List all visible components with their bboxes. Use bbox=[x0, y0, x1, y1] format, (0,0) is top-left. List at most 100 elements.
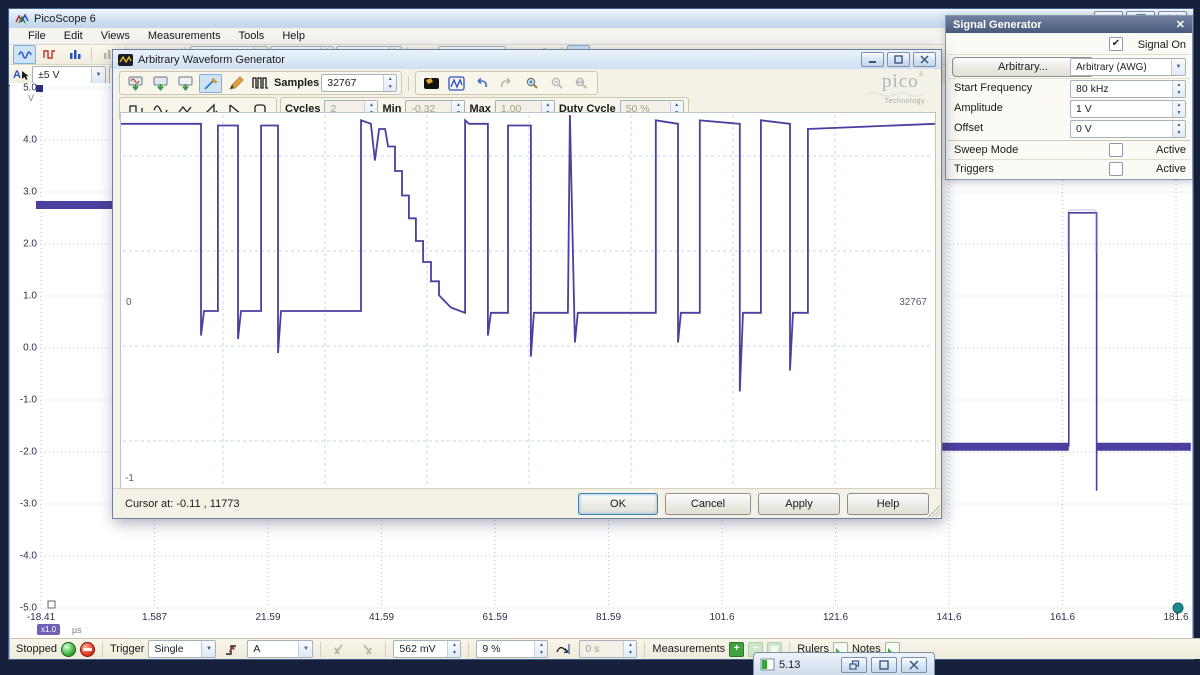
drag-cursor-icon bbox=[22, 71, 29, 80]
spinner-arrows[interactable]: ▲▼ bbox=[1172, 81, 1185, 97]
awg-waveform-editor[interactable]: 0 32767 -1 bbox=[120, 112, 936, 490]
menu-item-file[interactable]: File bbox=[19, 30, 55, 42]
smooth-waveform-button[interactable] bbox=[445, 74, 468, 93]
close-button[interactable] bbox=[901, 657, 927, 673]
persistence-view-button[interactable] bbox=[38, 45, 61, 64]
signal-generator-header[interactable]: Signal Generator ✕ bbox=[946, 16, 1192, 33]
awg-samples-end-label: 32767 bbox=[899, 297, 927, 308]
amplitude-spinner[interactable]: 1 V ▲▼ bbox=[1070, 100, 1186, 118]
awg-title: Arbitrary Waveform Generator bbox=[138, 54, 285, 66]
help-button[interactable]: Help bbox=[847, 493, 929, 515]
separator bbox=[408, 76, 409, 91]
sweep-mode-checkbox[interactable] bbox=[1109, 143, 1123, 157]
x-axis-label: 1.587 bbox=[142, 612, 167, 623]
import-from-scope-button[interactable] bbox=[149, 74, 172, 93]
menu-item-edit[interactable]: Edit bbox=[55, 30, 92, 42]
app-icon bbox=[15, 13, 29, 25]
measurements-label: Measurements bbox=[652, 643, 725, 655]
separator bbox=[385, 642, 386, 657]
ok-button[interactable]: OK bbox=[578, 493, 658, 515]
start-frequency-label: Start Frequency bbox=[954, 82, 1032, 94]
x-zoom-badge[interactable]: x1.0 bbox=[37, 624, 60, 635]
awg-dialog: Arbitrary Waveform Generator bbox=[112, 49, 942, 519]
spinner-arrows[interactable]: ▲▼ bbox=[447, 641, 460, 657]
maximize-button[interactable] bbox=[871, 657, 897, 673]
run-state-label: Stopped bbox=[16, 643, 57, 655]
trigger-source-dropdown[interactable]: A ▼ bbox=[247, 640, 313, 658]
divider bbox=[948, 78, 1190, 79]
menu-item-help[interactable]: Help bbox=[273, 30, 314, 42]
chevron-down-icon: ▼ bbox=[91, 67, 105, 83]
signal-on-label: Signal On bbox=[1138, 39, 1186, 51]
awg-title-bar[interactable]: Arbitrary Waveform Generator bbox=[113, 50, 941, 69]
offset-spinner[interactable]: 0 V ▲▼ bbox=[1070, 120, 1186, 138]
close-button[interactable] bbox=[913, 52, 936, 67]
spinner-arrows[interactable]: ▲▼ bbox=[534, 641, 547, 657]
y-axis-label: -1.0 bbox=[10, 395, 37, 406]
channel-a-label: A bbox=[13, 69, 29, 81]
picoscope-window: PicoScope 6 FileEditViewsMeasurementsToo… bbox=[8, 8, 1194, 660]
x-axis-label: 41.59 bbox=[369, 612, 394, 623]
x-axis-label: -18.41 bbox=[27, 612, 55, 623]
normalize-button[interactable] bbox=[420, 74, 443, 93]
bit-pattern-tool[interactable] bbox=[249, 74, 272, 93]
cancel-button[interactable]: Cancel bbox=[665, 493, 751, 515]
import-from-file-button[interactable] bbox=[124, 74, 147, 93]
menu-item-views[interactable]: Views bbox=[92, 30, 139, 42]
signal-on-checkbox[interactable]: ✔ bbox=[1109, 37, 1123, 51]
awg-waveform-canvas bbox=[121, 113, 935, 489]
redo-button bbox=[495, 74, 518, 93]
y-axis-label: 1.0 bbox=[10, 291, 37, 302]
spectrum-view-button[interactable] bbox=[63, 45, 86, 64]
cursor-position-status: Cursor at: -0.11 , 11773 bbox=[125, 498, 240, 510]
zoom-full-button bbox=[570, 74, 593, 93]
post-trigger-arrow-icon[interactable] bbox=[552, 640, 575, 659]
scope-view-button[interactable] bbox=[13, 45, 36, 64]
spinner-arrows[interactable]: ▲▼ bbox=[1172, 121, 1185, 137]
add-measurement-button[interactable]: + bbox=[729, 642, 744, 657]
triggers-checkbox[interactable] bbox=[1109, 162, 1123, 176]
import-from-clipboard-button[interactable] bbox=[174, 74, 197, 93]
wave-type-dropdown[interactable]: Arbitrary (AWG) ▼ bbox=[1070, 58, 1186, 76]
trigger-level-spinner[interactable]: 562 mV ▲▼ bbox=[393, 640, 461, 658]
spinner-arrows[interactable]: ▲▼ bbox=[1172, 101, 1185, 117]
maximize-button[interactable] bbox=[887, 52, 910, 67]
trigger-mode-dropdown[interactable]: Single ▼ bbox=[148, 640, 216, 658]
separator bbox=[644, 642, 645, 657]
awg-bottom-label: -1 bbox=[125, 473, 134, 484]
pre-trigger-spinner[interactable]: 9 % ▲▼ bbox=[476, 640, 548, 658]
y-axis-label: 0.0 bbox=[10, 343, 37, 354]
mini-window[interactable]: 5.13 bbox=[753, 652, 935, 675]
minimize-button[interactable] bbox=[861, 52, 884, 67]
zoom-in-button[interactable] bbox=[520, 74, 543, 93]
separator bbox=[468, 642, 469, 657]
spinner-arrows[interactable]: ▲▼ bbox=[383, 75, 396, 91]
chevron-down-icon: ▼ bbox=[298, 641, 312, 657]
resize-grip[interactable] bbox=[928, 505, 940, 517]
x-axis-label: 61.59 bbox=[482, 612, 507, 623]
start-frequency-spinner[interactable]: 80 kHz ▲▼ bbox=[1070, 80, 1186, 98]
zoom-out-button bbox=[545, 74, 568, 93]
stop-capture-button[interactable] bbox=[80, 642, 95, 657]
triggers-state: Active bbox=[1156, 163, 1186, 175]
popout-button[interactable] bbox=[841, 657, 867, 673]
x-axis-unit: µs bbox=[72, 625, 82, 635]
channel-a-range-dropdown[interactable]: ±5 V ▼ bbox=[32, 66, 106, 84]
x-axis-label: 161.6 bbox=[1050, 612, 1075, 623]
apply-button[interactable]: Apply bbox=[758, 493, 840, 515]
freehand-draw-tool[interactable] bbox=[224, 74, 247, 93]
amplitude-label: Amplitude bbox=[954, 102, 1003, 114]
divider bbox=[948, 54, 1190, 55]
chevron-down-icon: ▼ bbox=[201, 641, 215, 657]
x-axis-label: 101.6 bbox=[709, 612, 734, 623]
close-icon[interactable]: ✕ bbox=[1176, 18, 1185, 31]
menu-item-measurements[interactable]: Measurements bbox=[139, 30, 230, 42]
undo-button[interactable] bbox=[470, 74, 493, 93]
trigger-edge-icon[interactable] bbox=[220, 640, 243, 659]
y-axis-label: -3.0 bbox=[10, 499, 37, 510]
start-capture-button[interactable] bbox=[61, 642, 76, 657]
x-axis-label: 141.6 bbox=[936, 612, 961, 623]
samples-spinner[interactable]: 32767 ▲▼ bbox=[321, 74, 397, 92]
menu-item-tools[interactable]: Tools bbox=[230, 30, 274, 42]
line-draw-tool[interactable] bbox=[199, 74, 222, 93]
